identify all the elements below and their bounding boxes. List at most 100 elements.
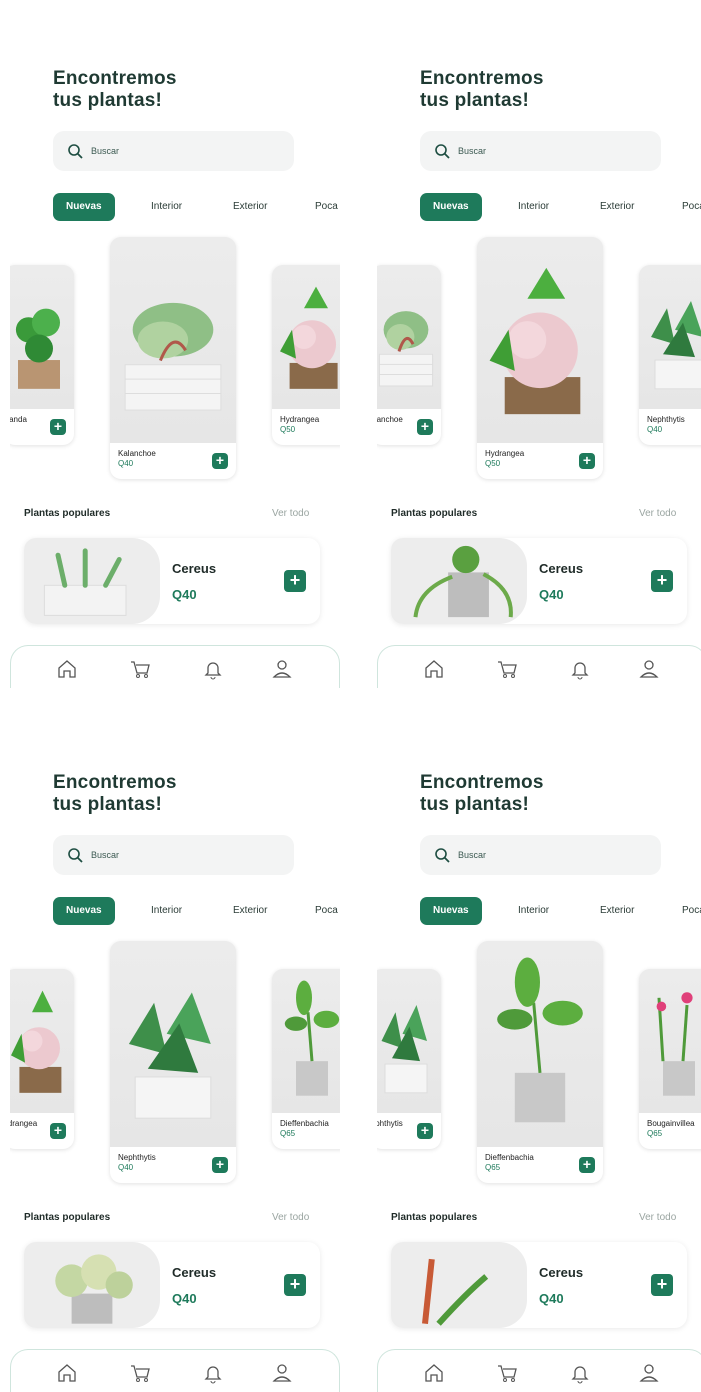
tab-nuevas[interactable]: Nuevas — [420, 897, 482, 925]
tab-nuevas[interactable]: Nuevas — [53, 897, 115, 925]
title-line-1: Encontremos — [53, 68, 177, 89]
plant-name: Dieffenbachia — [280, 1119, 329, 1128]
carousel-card-prev[interactable]: Hydrangea + — [10, 969, 74, 1149]
plant-price: Q40 — [539, 587, 564, 602]
plant-image — [391, 1242, 527, 1328]
add-button[interactable]: + — [212, 1157, 228, 1173]
see-all-link[interactable]: Ver todo — [639, 508, 676, 519]
plant-image — [477, 941, 603, 1147]
carousel-card-current[interactable]: Kalanchoe Q40 + — [110, 237, 236, 479]
cart-icon[interactable] — [129, 1362, 151, 1389]
carousel-card-prev[interactable]: Nephthytis + — [377, 969, 441, 1149]
carousel-card-prev[interactable]: Kalanchoe + — [377, 265, 441, 445]
plant-price: Q40 — [172, 587, 197, 602]
add-button[interactable]: + — [579, 453, 595, 469]
bell-icon[interactable] — [202, 1362, 224, 1389]
popular-card[interactable]: Cereus Q40 + — [24, 538, 320, 624]
search-input[interactable]: Buscar — [420, 835, 661, 875]
tab-exterior[interactable]: Exterior — [600, 193, 634, 221]
plant-price: Q65 — [485, 1163, 501, 1172]
add-button[interactable]: + — [50, 419, 66, 435]
popular-title: Plantas populares — [391, 1212, 478, 1223]
carousel-card-next[interactable]: Nephthytis Q40 — [639, 265, 701, 445]
tab-interior[interactable]: Interior — [151, 897, 182, 925]
tab-nuevas[interactable]: Nuevas — [420, 193, 482, 221]
carousel-card-current[interactable]: Dieffenbachia Q65 + — [477, 941, 603, 1183]
see-all-link[interactable]: Ver todo — [639, 1212, 676, 1223]
carousel-card-next[interactable]: Dieffenbachia Q65 — [272, 969, 340, 1149]
see-all-link[interactable]: Ver todo — [272, 1212, 309, 1223]
tab-poca[interactable]: Poca — [682, 897, 701, 925]
tab-interior[interactable]: Interior — [151, 193, 182, 221]
cart-icon[interactable] — [129, 658, 151, 685]
tab-interior[interactable]: Interior — [518, 193, 549, 221]
popular-card[interactable]: Cereus Q40 + — [24, 1242, 320, 1328]
add-button[interactable]: + — [212, 453, 228, 469]
carousel-card-current[interactable]: Nephthytis Q40 + — [110, 941, 236, 1183]
home-icon[interactable] — [56, 658, 78, 685]
carousel-card-next[interactable]: Bougainvillea Q65 — [639, 969, 701, 1149]
add-button[interactable]: + — [651, 1274, 673, 1296]
plant-image — [477, 237, 603, 443]
title-line-2: tus plantas! — [53, 90, 163, 111]
popular-card[interactable]: Cereus Q40 + — [391, 1242, 687, 1328]
search-icon — [435, 848, 450, 863]
title-line-2: tus plantas! — [53, 794, 163, 815]
plant-name: Cereus — [539, 1265, 584, 1280]
plant-name: Hydrangea — [280, 415, 320, 424]
carousel-card-next[interactable]: Hydrangea Q50 — [272, 265, 340, 445]
search-input[interactable]: Buscar — [420, 131, 661, 171]
user-icon[interactable] — [271, 658, 293, 685]
add-button[interactable]: + — [50, 1123, 66, 1139]
popular-title: Plantas populares — [391, 508, 478, 519]
cart-icon[interactable] — [496, 658, 518, 685]
user-icon[interactable] — [271, 1362, 293, 1389]
plant-image — [272, 969, 340, 1113]
tab-exterior[interactable]: Exterior — [233, 193, 267, 221]
title-line-2: tus plantas! — [420, 90, 530, 111]
tab-exterior[interactable]: Exterior — [233, 897, 267, 925]
title-line-1: Encontremos — [420, 772, 544, 793]
add-button[interactable]: + — [651, 570, 673, 592]
add-button[interactable]: + — [284, 570, 306, 592]
plant-name: Kalanchoe — [377, 415, 403, 424]
cart-icon[interactable] — [496, 1362, 518, 1389]
plant-image — [391, 538, 527, 624]
carousel-card-current[interactable]: Hydrangea Q50 + — [477, 237, 603, 479]
bell-icon[interactable] — [569, 1362, 591, 1389]
plant-name: Bougainvillea — [647, 1119, 695, 1128]
plant-image — [377, 265, 441, 409]
tab-exterior[interactable]: Exterior — [600, 897, 634, 925]
popular-title: Plantas populares — [24, 508, 111, 519]
tab-poca[interactable]: Poca — [315, 193, 338, 221]
title-line-1: Encontremos — [420, 68, 544, 89]
plant-name: Cereus — [539, 561, 584, 576]
tab-nuevas[interactable]: Nuevas — [53, 193, 115, 221]
plant-name: Nephthytis — [118, 1153, 156, 1162]
add-button[interactable]: + — [579, 1157, 595, 1173]
home-icon[interactable] — [56, 1362, 78, 1389]
bell-icon[interactable] — [569, 658, 591, 685]
add-button[interactable]: + — [284, 1274, 306, 1296]
home-icon[interactable] — [423, 658, 445, 685]
app-screen-1: Encontremos tus plantas! Buscar Nuevas I… — [10, 18, 340, 688]
search-placeholder: Buscar — [91, 146, 120, 156]
tab-poca[interactable]: Poca — [682, 193, 701, 221]
app-screen-3: Encontremos tus plantas! Buscar Nuevas I… — [10, 722, 340, 1392]
tab-poca[interactable]: Poca — [315, 897, 338, 925]
bell-icon[interactable] — [202, 658, 224, 685]
add-button[interactable]: + — [417, 1123, 433, 1139]
popular-card[interactable]: Cereus Q40 + — [391, 538, 687, 624]
tab-interior[interactable]: Interior — [518, 897, 549, 925]
search-input[interactable]: Buscar — [53, 835, 294, 875]
plant-name: Hydrangea — [10, 1119, 38, 1128]
see-all-link[interactable]: Ver todo — [272, 508, 309, 519]
user-icon[interactable] — [638, 658, 660, 685]
user-icon[interactable] — [638, 1362, 660, 1389]
add-button[interactable]: + — [417, 419, 433, 435]
title-line-2: tus plantas! — [420, 794, 530, 815]
carousel-card-prev[interactable]: Miranda + — [10, 265, 74, 445]
home-icon[interactable] — [423, 1362, 445, 1389]
search-input[interactable]: Buscar — [53, 131, 294, 171]
plant-image — [639, 265, 701, 409]
